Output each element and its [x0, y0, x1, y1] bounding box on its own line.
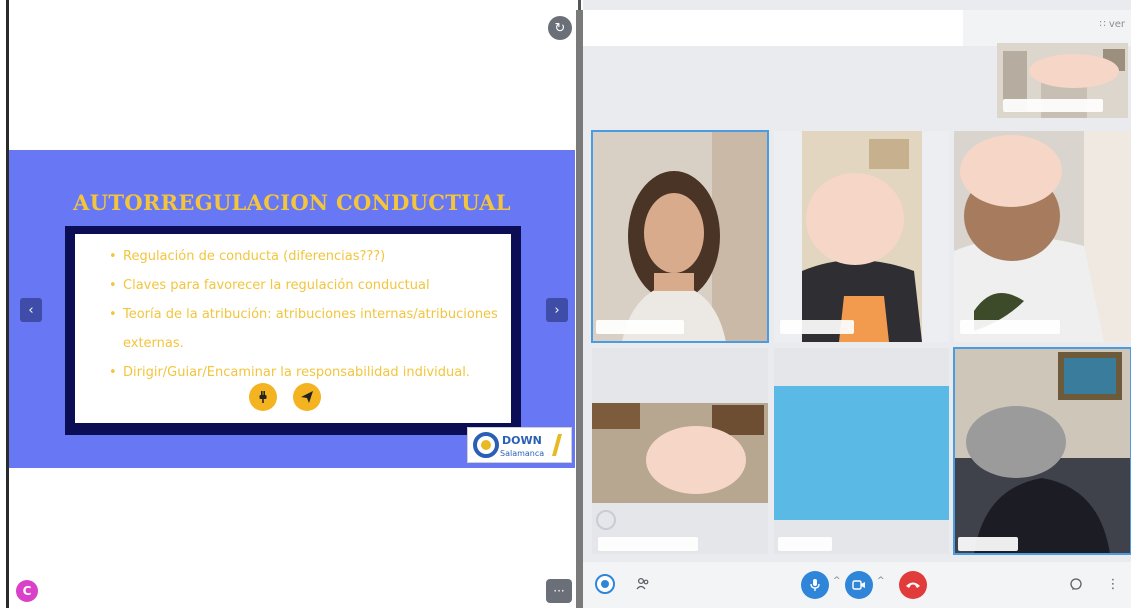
participant-tile[interactable] [774, 131, 949, 342]
view-toggle-button[interactable]: ∷ ver [1099, 19, 1125, 30]
camera-icon[interactable] [845, 571, 873, 599]
blurred-face [646, 426, 746, 494]
participant-video [592, 131, 768, 342]
blurred-face [966, 406, 1066, 478]
participant-tile[interactable] [591, 130, 769, 343]
slide-bullet-list: Regulación de conducta (diferencias???) … [109, 242, 509, 387]
camera-options-caret-icon[interactable]: ^ [877, 576, 885, 586]
next-slide-button[interactable]: › [546, 298, 568, 322]
people-icon[interactable] [633, 574, 653, 594]
svg-text:DOWN: DOWN [502, 434, 542, 447]
avatar-placeholder [774, 386, 949, 520]
status-indicator-icon[interactable] [595, 574, 615, 594]
slide-bullet: Teoría de la atribución: atribuciones in… [109, 300, 509, 358]
view-label: ver [1108, 19, 1125, 30]
slide-bullet: Claves para favorecer la regulación cond… [109, 271, 509, 300]
presentation-pane: ↻ AUTORREGULACION CONDUCTUAL Regulación … [0, 0, 580, 608]
slide: AUTORREGULACION CONDUCTUAL Regulación de… [9, 150, 575, 468]
participant-name-bar [598, 537, 698, 551]
app-logo-icon[interactable]: C [16, 580, 38, 602]
participant-tile[interactable] [954, 131, 1131, 342]
participant-name-bar [778, 537, 832, 551]
slide-title: AUTORREGULACION CONDUCTUAL [73, 190, 511, 215]
down-salamanca-logo: DOWN Salamanca [467, 427, 572, 463]
blurred-face [960, 135, 1062, 207]
mic-options-caret-icon[interactable]: ^ [833, 576, 841, 586]
more-options-button[interactable]: ··· [546, 579, 572, 603]
participant-tile[interactable] [953, 347, 1131, 555]
slide-emojis [249, 383, 321, 411]
participant-name-bar [960, 320, 1060, 334]
video-topbar [583, 10, 963, 46]
participant-name-bar [958, 537, 1018, 551]
slide-bullet: Regulación de conducta (diferencias???) [109, 242, 509, 271]
previous-slide-button[interactable]: ‹ [20, 298, 42, 322]
blurred-face [806, 173, 904, 265]
blurred-face [1029, 54, 1119, 88]
video-call-pane: ∷ ver ^ ^ ⋮ [583, 0, 1131, 608]
participant-tile[interactable] [592, 348, 768, 554]
participant-name-bar [780, 320, 854, 334]
more-vertical-icon[interactable]: ⋮ [1107, 575, 1120, 593]
participant-name-bar [1003, 99, 1103, 112]
refresh-icon[interactable]: ↻ [548, 16, 572, 40]
participant-name-bar [596, 320, 684, 334]
self-view-tile[interactable] [997, 43, 1128, 118]
grid-icon: ∷ [1099, 19, 1106, 30]
divider-handle [578, 0, 581, 10]
participant-tile[interactable] [774, 348, 949, 554]
hangup-icon[interactable] [899, 571, 927, 599]
chat-icon[interactable] [1067, 575, 1085, 593]
microphone-icon[interactable] [801, 571, 829, 599]
screen: ↻ AUTORREGULACION CONDUCTUAL Regulación … [0, 0, 1131, 608]
svg-text:Salamanca: Salamanca [500, 449, 544, 458]
plug-icon [249, 383, 277, 411]
paper-plane-icon [293, 383, 321, 411]
call-controls-bar: ^ ^ ⋮ [583, 562, 1131, 608]
pane-divider[interactable] [576, 10, 583, 608]
